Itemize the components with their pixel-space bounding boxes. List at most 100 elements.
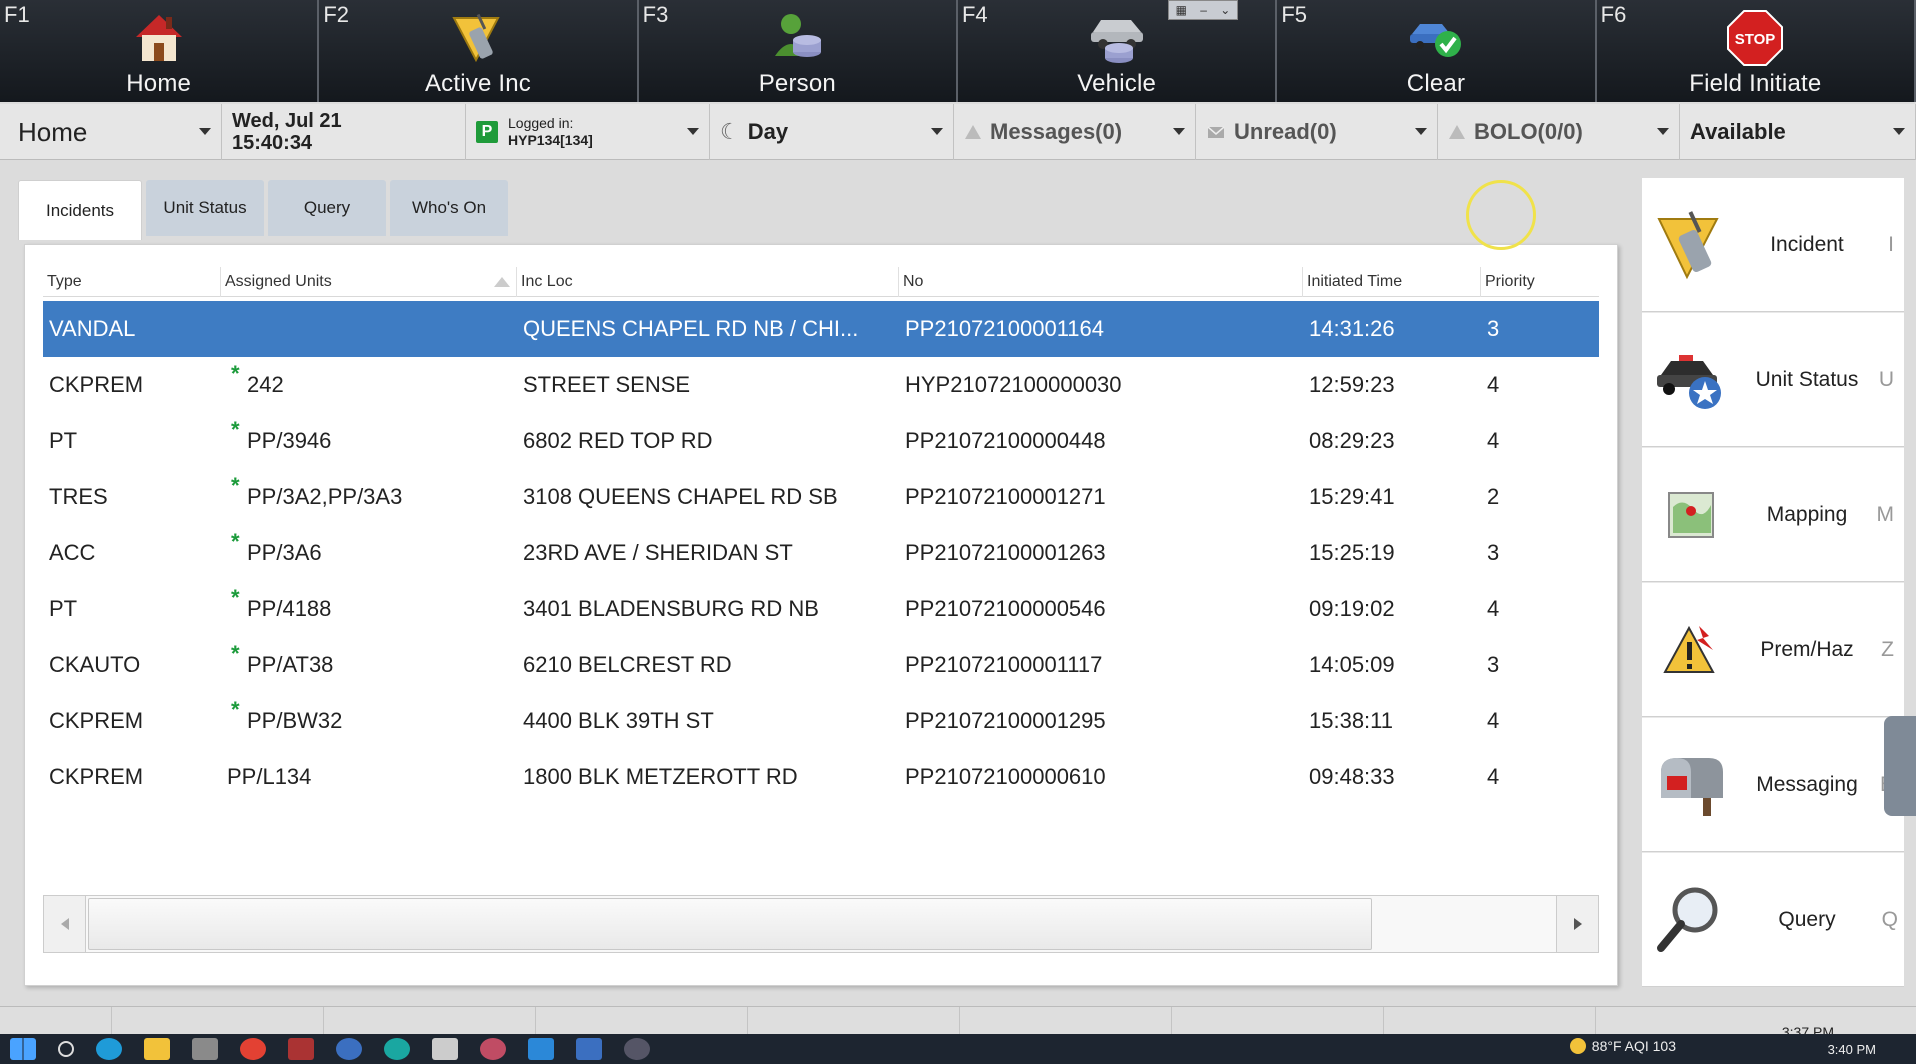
logged-in-dropdown[interactable]: P Logged in: HYP134[134] (466, 104, 710, 160)
side-pull-tab[interactable] (1884, 716, 1916, 816)
fkey-number: F4 (961, 2, 988, 27)
table-row[interactable]: CKPREM * PP/BW32 4400 BLK 39TH ST PP21072… (43, 693, 1599, 749)
start-icon[interactable] (10, 1038, 36, 1060)
cell-priority: 3 (1487, 540, 1500, 565)
stop-sign-icon: STOP (1725, 8, 1785, 68)
cursor-highlight-ring (1466, 180, 1536, 250)
column-header-no[interactable]: No (899, 267, 1303, 297)
f5-clear-button[interactable]: F5 Clear (1277, 0, 1597, 102)
tab-query[interactable]: Query (268, 180, 386, 236)
bottom-bar-segment (0, 1007, 112, 1035)
shortcut-key: Z (1881, 637, 1894, 661)
scroll-left-button[interactable] (44, 896, 86, 952)
shortcut-mapping[interactable]: Mapping M (1642, 448, 1904, 582)
availability-dropdown[interactable]: Available (1680, 104, 1916, 160)
shortcut-unit-status[interactable]: Unit Status U (1642, 313, 1904, 447)
table-row[interactable]: CKAUTO * PP/AT38 6210 BELCREST RD PP21072… (43, 637, 1599, 693)
cell-inc-loc: 6802 RED TOP RD (523, 428, 713, 453)
weather-text[interactable]: 88°F AQI 103 (1592, 1038, 1676, 1054)
shortcut-query[interactable]: Query Q (1642, 853, 1904, 987)
bottom-bar-segment (1172, 1007, 1384, 1035)
unread-dropdown[interactable]: Unread(0) (1196, 104, 1438, 160)
assigned-star-icon: * (231, 697, 240, 722)
bolo-dropdown[interactable]: BOLO(0/0) (1438, 104, 1680, 160)
column-header-initiated-time[interactable]: Initiated Time (1303, 267, 1481, 297)
f3-person-button[interactable]: F3 Person (639, 0, 958, 102)
shortcut-key: Q (1881, 907, 1898, 931)
column-header-type[interactable]: Type (43, 267, 221, 297)
messages-dropdown[interactable]: Messages(0) (954, 104, 1196, 160)
f6-field-initiate-button[interactable]: F6 STOP Field Initiate (1597, 0, 1916, 102)
grid-icon[interactable]: ▦ (1176, 3, 1187, 17)
assigned-star-icon: * (231, 641, 240, 666)
app-icon[interactable] (624, 1038, 650, 1060)
table-row[interactable]: PT * PP/3946 6802 RED TOP RD PP2107210000… (43, 413, 1599, 469)
weather-icon[interactable] (1569, 1038, 1586, 1054)
app-icon[interactable] (288, 1038, 314, 1060)
app-icon[interactable] (336, 1038, 362, 1060)
fkey-number: F5 (1281, 2, 1307, 27)
column-header-inc-loc[interactable]: Inc Loc (517, 267, 899, 297)
tab-incidents[interactable]: Incidents (18, 180, 142, 240)
table-row[interactable]: VANDAL QUEENS CHAPEL RD NB / CHI... PP21… (43, 301, 1599, 357)
bottom-bar-segment (112, 1007, 324, 1035)
cell-assigned-units: * PP/BW32 (221, 693, 517, 749)
table-row[interactable]: CKPREM * 242 STREET SENSE HYP210721000000… (43, 357, 1599, 413)
chrome-icon[interactable] (240, 1038, 266, 1060)
taskbar-clock[interactable]: 3:40 PM (1828, 1042, 1876, 1057)
table-row[interactable]: ACC * PP/3A6 23RD AVE / SHERIDAN ST PP210… (43, 525, 1599, 581)
tab-whos-on[interactable]: Who's On (390, 180, 508, 236)
cell-units-text: PP/4188 (247, 596, 332, 621)
search-icon[interactable] (58, 1041, 74, 1057)
app-icon[interactable] (384, 1038, 410, 1060)
table-row[interactable]: TRES * PP/3A2,PP/3A3 3108 QUEENS CHAPEL R… (43, 469, 1599, 525)
cell-type: TRES (49, 484, 108, 509)
shortcut-incident[interactable]: Incident I (1642, 178, 1904, 312)
home-dropdown[interactable]: Home (0, 104, 222, 160)
date-time-display: Wed, Jul 21 15:40:34 (222, 104, 466, 160)
scrollbar-thumb[interactable] (88, 898, 1372, 950)
column-header-priority[interactable]: Priority (1481, 267, 1599, 297)
incident-icon (1650, 204, 1732, 286)
mini-window-controls[interactable]: ▦ – ⌄ (1168, 0, 1238, 20)
logged-in-text: Logged in: HYP134[134] (508, 115, 593, 149)
cell-priority: 4 (1487, 428, 1500, 453)
shortcut-label: Prem/Haz (1760, 637, 1854, 661)
app-icon[interactable] (480, 1038, 506, 1060)
scroll-right-button[interactable] (1556, 896, 1598, 952)
cell-no: PP21072100001164 (905, 316, 1105, 341)
table-header: Type Assigned Units Inc Loc No Initiated… (43, 267, 1599, 297)
folder-icon[interactable] (144, 1038, 170, 1060)
tab-bar: Incidents Unit Status Query Who's On (18, 180, 512, 240)
edge-icon[interactable] (96, 1038, 122, 1060)
table-row[interactable]: PT * PP/4188 3401 BLADENSBURG RD NB PP210… (43, 581, 1599, 637)
shortcut-label: Query (1778, 907, 1836, 931)
chevron-down-icon[interactable]: ⌄ (1220, 3, 1230, 17)
person-icon (767, 8, 827, 68)
cell-initiated-time: 08:29:23 (1309, 428, 1395, 453)
cell-initiated-time: 14:05:09 (1309, 652, 1395, 677)
shortcut-prem-haz[interactable]: Prem/Haz Z (1642, 583, 1904, 717)
f1-home-button[interactable]: F1 Home (0, 0, 320, 102)
day-night-dropdown[interactable]: ☾ Day (710, 104, 954, 160)
column-header-assigned-units[interactable]: Assigned Units (221, 267, 517, 297)
assigned-star-icon: * (231, 361, 240, 386)
shortcut-key: M (1876, 502, 1895, 526)
minimize-icon[interactable]: – (1200, 3, 1207, 17)
app-icon[interactable] (432, 1038, 458, 1060)
shortcut-messaging[interactable]: Messaging E (1642, 718, 1904, 852)
horizontal-scrollbar[interactable] (43, 895, 1599, 953)
day-mode-label: Day (747, 119, 789, 144)
cell-initiated-time: 15:38:11 (1309, 708, 1394, 733)
tab-unit-status[interactable]: Unit Status (146, 180, 264, 236)
unit-status-icon (1650, 339, 1732, 421)
cell-initiated-time: 12:59:23 (1309, 372, 1395, 397)
shortcut-key: I (1888, 232, 1894, 256)
table-row[interactable]: CKPREM PP/L134 1800 BLK METZEROTT RD PP2… (43, 749, 1599, 805)
assigned-star-icon: * (231, 585, 240, 610)
calculator-icon[interactable] (192, 1038, 218, 1060)
cell-assigned-units: * PP/3946 (221, 413, 517, 469)
f2-active-inc-button[interactable]: F2 Active Inc (319, 0, 639, 102)
app-icon[interactable] (576, 1038, 602, 1060)
app-icon[interactable] (528, 1038, 554, 1060)
